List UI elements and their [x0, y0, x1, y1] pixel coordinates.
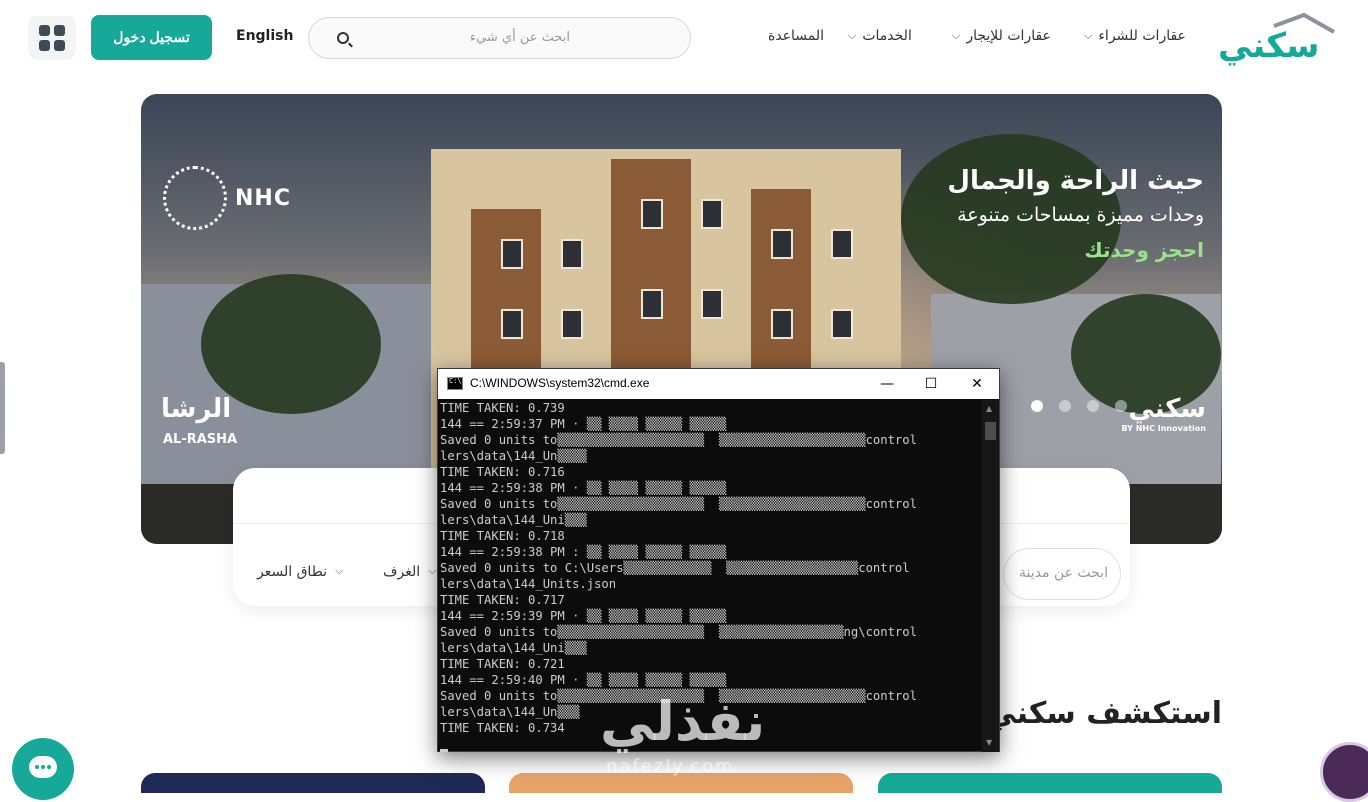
chevron-down-icon: ⌵	[952, 29, 961, 42]
logo-text: سكني	[1218, 26, 1320, 66]
chevron-down-icon: ⌵	[1084, 29, 1093, 42]
hero-subtitle: وحدات مميزة بمساحات متنوعة	[957, 204, 1204, 226]
sakani-logo-text: سكني	[1128, 394, 1206, 424]
cmd-line: 144 == 2:59:37 PM · ▒▒ ▒▒▒▒ ▒▒▒▒▒ ▒▒▒▒▒	[440, 417, 727, 431]
cmd-line: TIME TAKEN: 0.716	[440, 465, 565, 479]
chevron-down-icon: ⌵	[848, 29, 857, 42]
cmd-line: 144 == 2:59:38 PM : ▒▒ ▒▒▒▒ ▒▒▒▒▒ ▒▒▒▒▒	[440, 545, 727, 559]
cmd-line: 144 == 2:59:39 PM · ▒▒ ▒▒▒▒ ▒▒▒▒▒ ▒▒▒▒▒	[440, 609, 727, 623]
nav-item-label: عقارات للإيجار	[966, 28, 1051, 44]
language-switch[interactable]: English	[236, 28, 293, 44]
search-icon[interactable]	[337, 32, 349, 44]
cmd-line: TIME TAKEN: 0.717	[440, 593, 565, 607]
sakani-tagline: BY NHC Innovation	[1121, 424, 1206, 433]
nav-item-help[interactable]: المساعدة	[768, 28, 824, 44]
watermark-text: نفذلي	[600, 690, 766, 753]
nav-item-label: الخدمات	[862, 28, 912, 44]
scrollbar-thumb[interactable]	[985, 422, 996, 440]
cmd-line: TIME TAKEN: 0.721	[440, 657, 565, 671]
price-range-label: نطاق السعر	[257, 564, 328, 580]
minimize-button[interactable]: —	[864, 369, 910, 399]
cmd-line: Saved 0 units to▒▒▒▒▒▒▒▒▒▒▒▒▒▒▒▒▒▒▒▒ ▒▒▒…	[440, 497, 917, 511]
cmd-line: Saved 0 units to C:\Users▒▒▒▒▒▒▒▒▒▒▒▒ ▒▒…	[440, 561, 910, 575]
cmd-line: lers\data\144_Uni▒▒▒	[440, 641, 587, 655]
login-button[interactable]: تسجيل دخول	[91, 15, 212, 60]
hero-title: حيث الراحة والجمال	[947, 166, 1204, 196]
sakani-white-logo: سكني BY NHC Innovation	[1121, 394, 1206, 433]
nav-item-services[interactable]: الخدمات ⌵	[848, 28, 912, 44]
cmd-line: TIME TAKEN: 0.718	[440, 529, 565, 543]
grid-icon	[39, 25, 65, 51]
feature-card[interactable]	[878, 773, 1222, 793]
apps-menu-button[interactable]	[28, 16, 76, 60]
cmd-scrollbar[interactable]: ▲ ▼	[982, 400, 999, 752]
scroll-down-arrow-icon[interactable]: ▼	[986, 738, 992, 747]
search-input[interactable]: ابحث عن أي شيء	[308, 17, 691, 59]
feature-card[interactable]	[141, 773, 485, 793]
carousel-dots	[1031, 400, 1127, 412]
cmd-line: lers\data\144_Units.json	[440, 577, 617, 591]
nav-item-label: المساعدة	[768, 28, 825, 44]
cmd-line: Saved 0 units to▒▒▒▒▒▒▒▒▒▒▒▒▒▒▒▒▒▒▒▒ ▒▒▒…	[440, 625, 917, 639]
nhc-emblem-icon	[163, 166, 227, 230]
cmd-line: Saved 0 units to▒▒▒▒▒▒▒▒▒▒▒▒▒▒▒▒▒▒▒▒ ▒▒▒…	[440, 433, 917, 447]
chat-bubble-icon	[29, 756, 57, 778]
sakani-logo[interactable]: سكني	[1216, 12, 1336, 66]
accessibility-icon[interactable]	[1320, 742, 1368, 802]
cmd-titlebar[interactable]: C:\WINDOWS\system32\cmd.exe — ☐ ✕	[438, 369, 999, 399]
watermark-url: nafezly.com	[606, 756, 735, 777]
scroll-up-arrow-icon[interactable]: ▲	[986, 404, 992, 413]
top-navbar: تسجيل دخول English ابحث عن أي شيء المساع…	[0, 0, 1368, 76]
chat-button[interactable]	[12, 738, 74, 800]
side-feedback-tab[interactable]	[0, 362, 5, 454]
city-search-input[interactable]: ابحث عن مدينة	[1003, 548, 1121, 600]
rooms-select[interactable]: ⌵ الغرف	[383, 564, 437, 580]
cmd-line: TIME TAKEN: 0.739	[440, 401, 565, 415]
maximize-button[interactable]: ☐	[908, 369, 954, 399]
project-name-ar: الرشا	[161, 394, 232, 424]
nav-item-label: عقارات للشراء	[1098, 28, 1186, 44]
project-name-en: AL-RASHA	[163, 432, 238, 447]
nav-item-buy[interactable]: عقارات للشراء ⌵	[1084, 28, 1186, 44]
nhc-text: NHC	[235, 185, 291, 211]
carousel-dot[interactable]	[1031, 400, 1043, 412]
price-range-select[interactable]: ⌵ نطاق السعر	[257, 564, 343, 580]
cmd-line: lers\data\144_Un▒▒▒▒	[440, 449, 587, 463]
rooms-label: الغرف	[383, 564, 421, 580]
carousel-dot[interactable]	[1059, 400, 1071, 412]
cmd-window-title: C:\WINDOWS\system32\cmd.exe	[470, 376, 650, 390]
city-placeholder: ابحث عن مدينة	[1019, 565, 1108, 581]
explore-section-title: استكشف سكني	[986, 696, 1222, 731]
cmd-line: 144 == 2:59:38 PM · ▒▒ ▒▒▒▒ ▒▒▒▒▒ ▒▒▒▒▒	[440, 481, 727, 495]
cmd-line: 144 == 2:59:40 PM · ▒▒ ▒▒▒▒ ▒▒▒▒▒ ▒▒▒▒▒	[440, 673, 727, 687]
chevron-down-icon: ⌵	[428, 564, 437, 577]
search-placeholder: ابحث عن أي شيء	[469, 30, 570, 45]
hero-cta-link[interactable]: احجز وحدتك	[1084, 238, 1204, 262]
nhc-logo: NHC	[163, 166, 291, 230]
nav-item-rent[interactable]: عقارات للإيجار ⌵	[952, 28, 1051, 44]
chevron-down-icon: ⌵	[335, 564, 344, 577]
close-button[interactable]: ✕	[954, 369, 1000, 399]
cmd-line: lers\data\144_Uni▒▒▒	[440, 513, 587, 527]
carousel-dot[interactable]	[1087, 400, 1099, 412]
palm-tree	[201, 274, 381, 414]
cmd-app-icon	[447, 377, 463, 390]
cmd-cursor	[440, 749, 448, 752]
